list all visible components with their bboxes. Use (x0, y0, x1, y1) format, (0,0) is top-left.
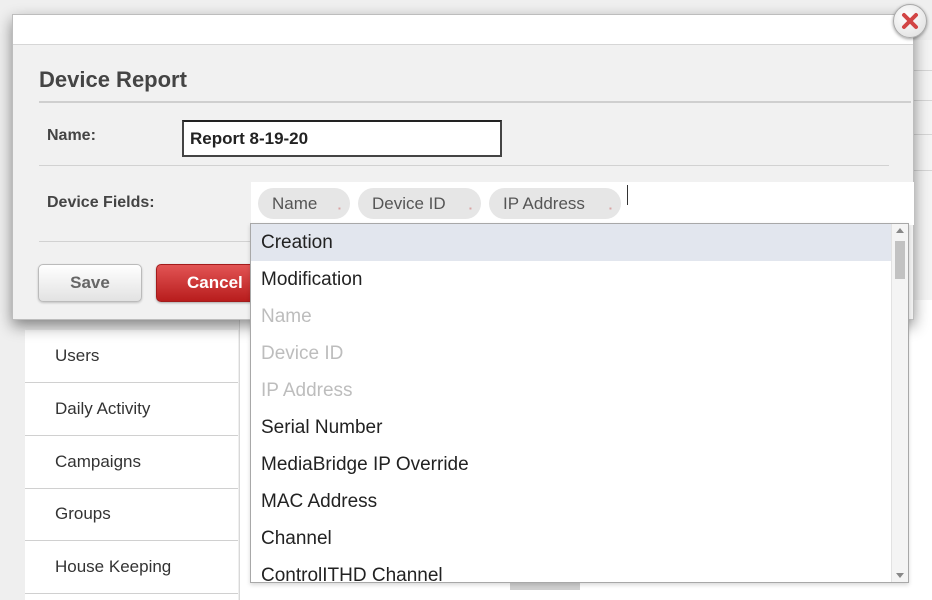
chip-label: IP Address (503, 193, 585, 213)
dropdown-scrollbar[interactable] (891, 224, 908, 582)
sidebar-item-label: Daily Activity (55, 399, 151, 418)
remove-chip-icon[interactable]: ▪ (469, 205, 474, 213)
sidebar-item-label: Users (55, 346, 100, 365)
dropdown-option-device-id: Device ID (261, 342, 344, 364)
scroll-up-arrow-icon[interactable] (896, 228, 904, 233)
name-label: Name: (47, 127, 96, 144)
dropdown-option-modification[interactable]: Modification (251, 261, 891, 298)
sidebar-item-groups[interactable]: Groups (25, 488, 238, 541)
dropdown-option-channel[interactable]: Channel (251, 520, 891, 557)
dropdown-option-name: Name (261, 305, 312, 327)
sidebar-item-users[interactable]: Users (25, 330, 238, 383)
remove-chip-icon[interactable]: ▪ (338, 205, 343, 213)
sidebar: Users Daily Activity Campaigns Groups Ho… (25, 330, 238, 600)
sidebar-item-label: Groups (55, 504, 111, 523)
sidebar-item-label: Campaigns (55, 452, 141, 471)
dialog-title: Device Report (39, 67, 187, 92)
sidebar-item-label: House Keeping (55, 557, 172, 576)
text-caret (627, 185, 628, 205)
save-button[interactable]: Save (38, 264, 142, 302)
field-chip-name: Name ▪ (258, 188, 350, 219)
dropdown-option-serial-number[interactable]: Serial Number (251, 409, 891, 446)
chip-label: Device ID (372, 193, 446, 213)
dropdown-option-mac-address[interactable]: MAC Address (251, 483, 891, 520)
device-fields-label: Device Fields: (47, 194, 155, 211)
scroll-down-arrow-icon[interactable] (896, 573, 904, 578)
sidebar-item-daily-activity[interactable]: Daily Activity (25, 383, 238, 436)
dropdown-option-mediabridge-ip-override[interactable]: MediaBridge IP Override (251, 446, 891, 483)
divider (39, 101, 911, 103)
remove-chip-icon[interactable]: ▪ (609, 205, 614, 213)
close-x-icon (902, 13, 918, 29)
dropdown-option-ip-address: IP Address (261, 379, 353, 401)
divider (39, 241, 279, 242)
chip-label: Name (272, 193, 318, 213)
field-chip-ip-address: IP Address ▪ (489, 188, 621, 219)
dropdown-option-controlithd-channel[interactable]: ControlITHD Channel (251, 557, 891, 583)
report-name-input[interactable] (182, 120, 502, 157)
background-scrollbar (510, 582, 580, 590)
sidebar-item-campaigns[interactable]: Campaigns (25, 436, 238, 489)
device-fields-tag-input[interactable]: Name ▪ Device ID ▪ IP Address ▪ (251, 182, 914, 225)
dropdown-option-creation[interactable]: Creation (251, 224, 891, 261)
scrollbar-thumb[interactable] (895, 241, 905, 279)
divider (39, 165, 889, 166)
field-chip-device-id: Device ID ▪ (358, 188, 481, 219)
device-fields-dropdown: Creation Modification Name Device ID IP … (250, 223, 909, 583)
close-dialog-button[interactable] (893, 4, 927, 38)
sidebar-item-house-keeping[interactable]: House Keeping (25, 541, 238, 594)
dialog-titlebar[interactable] (13, 15, 913, 45)
